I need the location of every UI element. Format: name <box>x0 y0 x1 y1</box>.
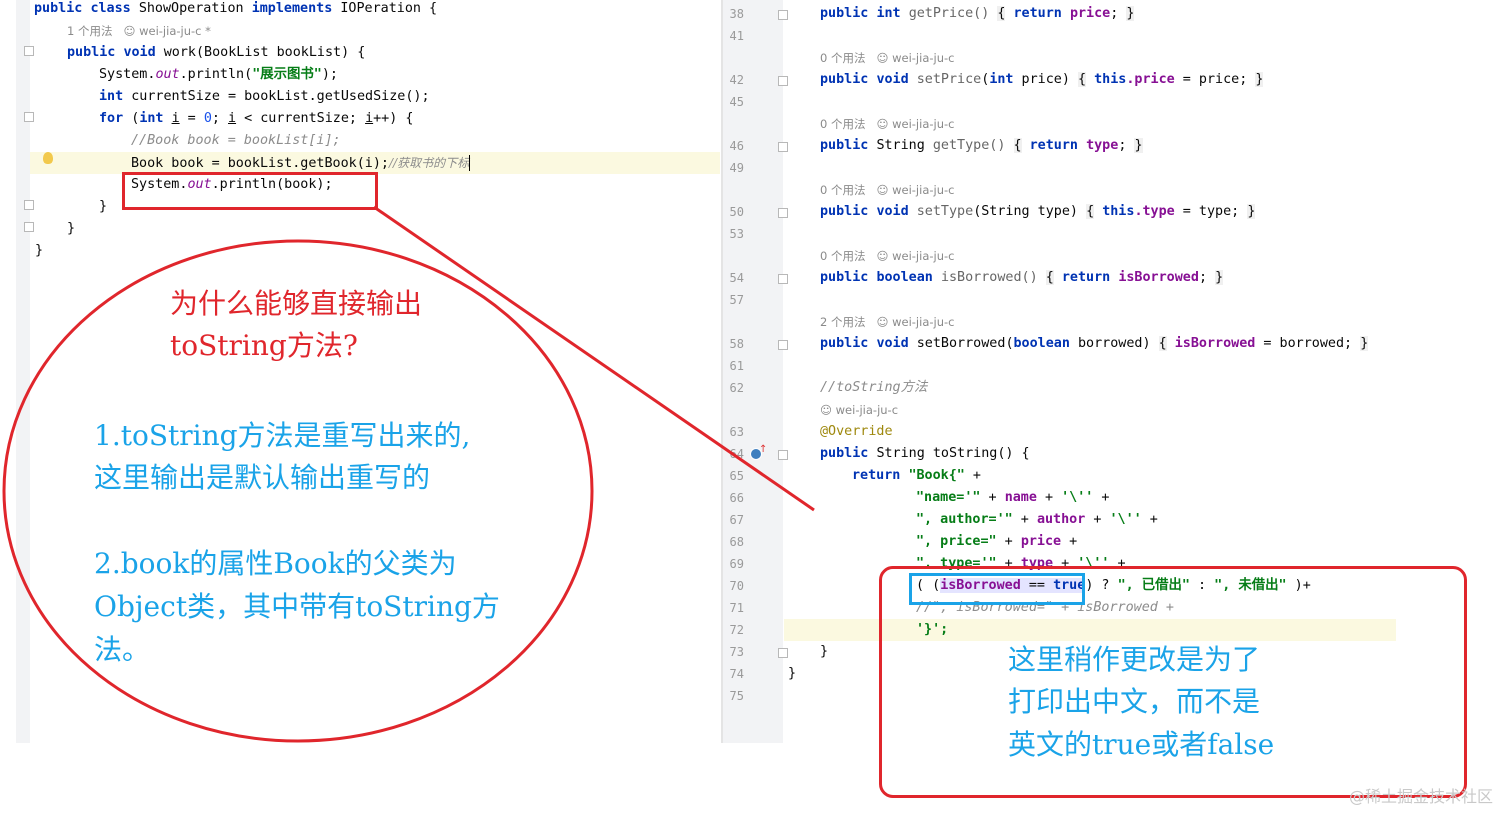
red-highlight-box <box>122 172 378 210</box>
annotation-change-note: 打印出中文，而不是 <box>1008 685 1261 718</box>
annotation-answer: 2.book的属性Book的父类为 <box>94 547 457 580</box>
annotation-change-note: 这里稍作更改是为了 <box>1008 643 1261 676</box>
annotation-answer: 法。 <box>94 633 151 666</box>
annotation-answer: 1.toString方法是重写出来的, <box>94 419 471 452</box>
annotation-question: toString方法? <box>170 329 358 362</box>
annotation-question: 为什么能够直接输出 <box>170 287 423 320</box>
annotation-change-note: 英文的true或者false <box>1008 728 1275 761</box>
watermark: @稀土掘金技术社区 <box>1348 787 1493 806</box>
annotation-answer: 这里输出是默认输出重写的 <box>94 461 431 494</box>
red-pointer-line <box>373 205 815 512</box>
annotation-answer: Object类，其中带有toString方 <box>94 590 500 623</box>
